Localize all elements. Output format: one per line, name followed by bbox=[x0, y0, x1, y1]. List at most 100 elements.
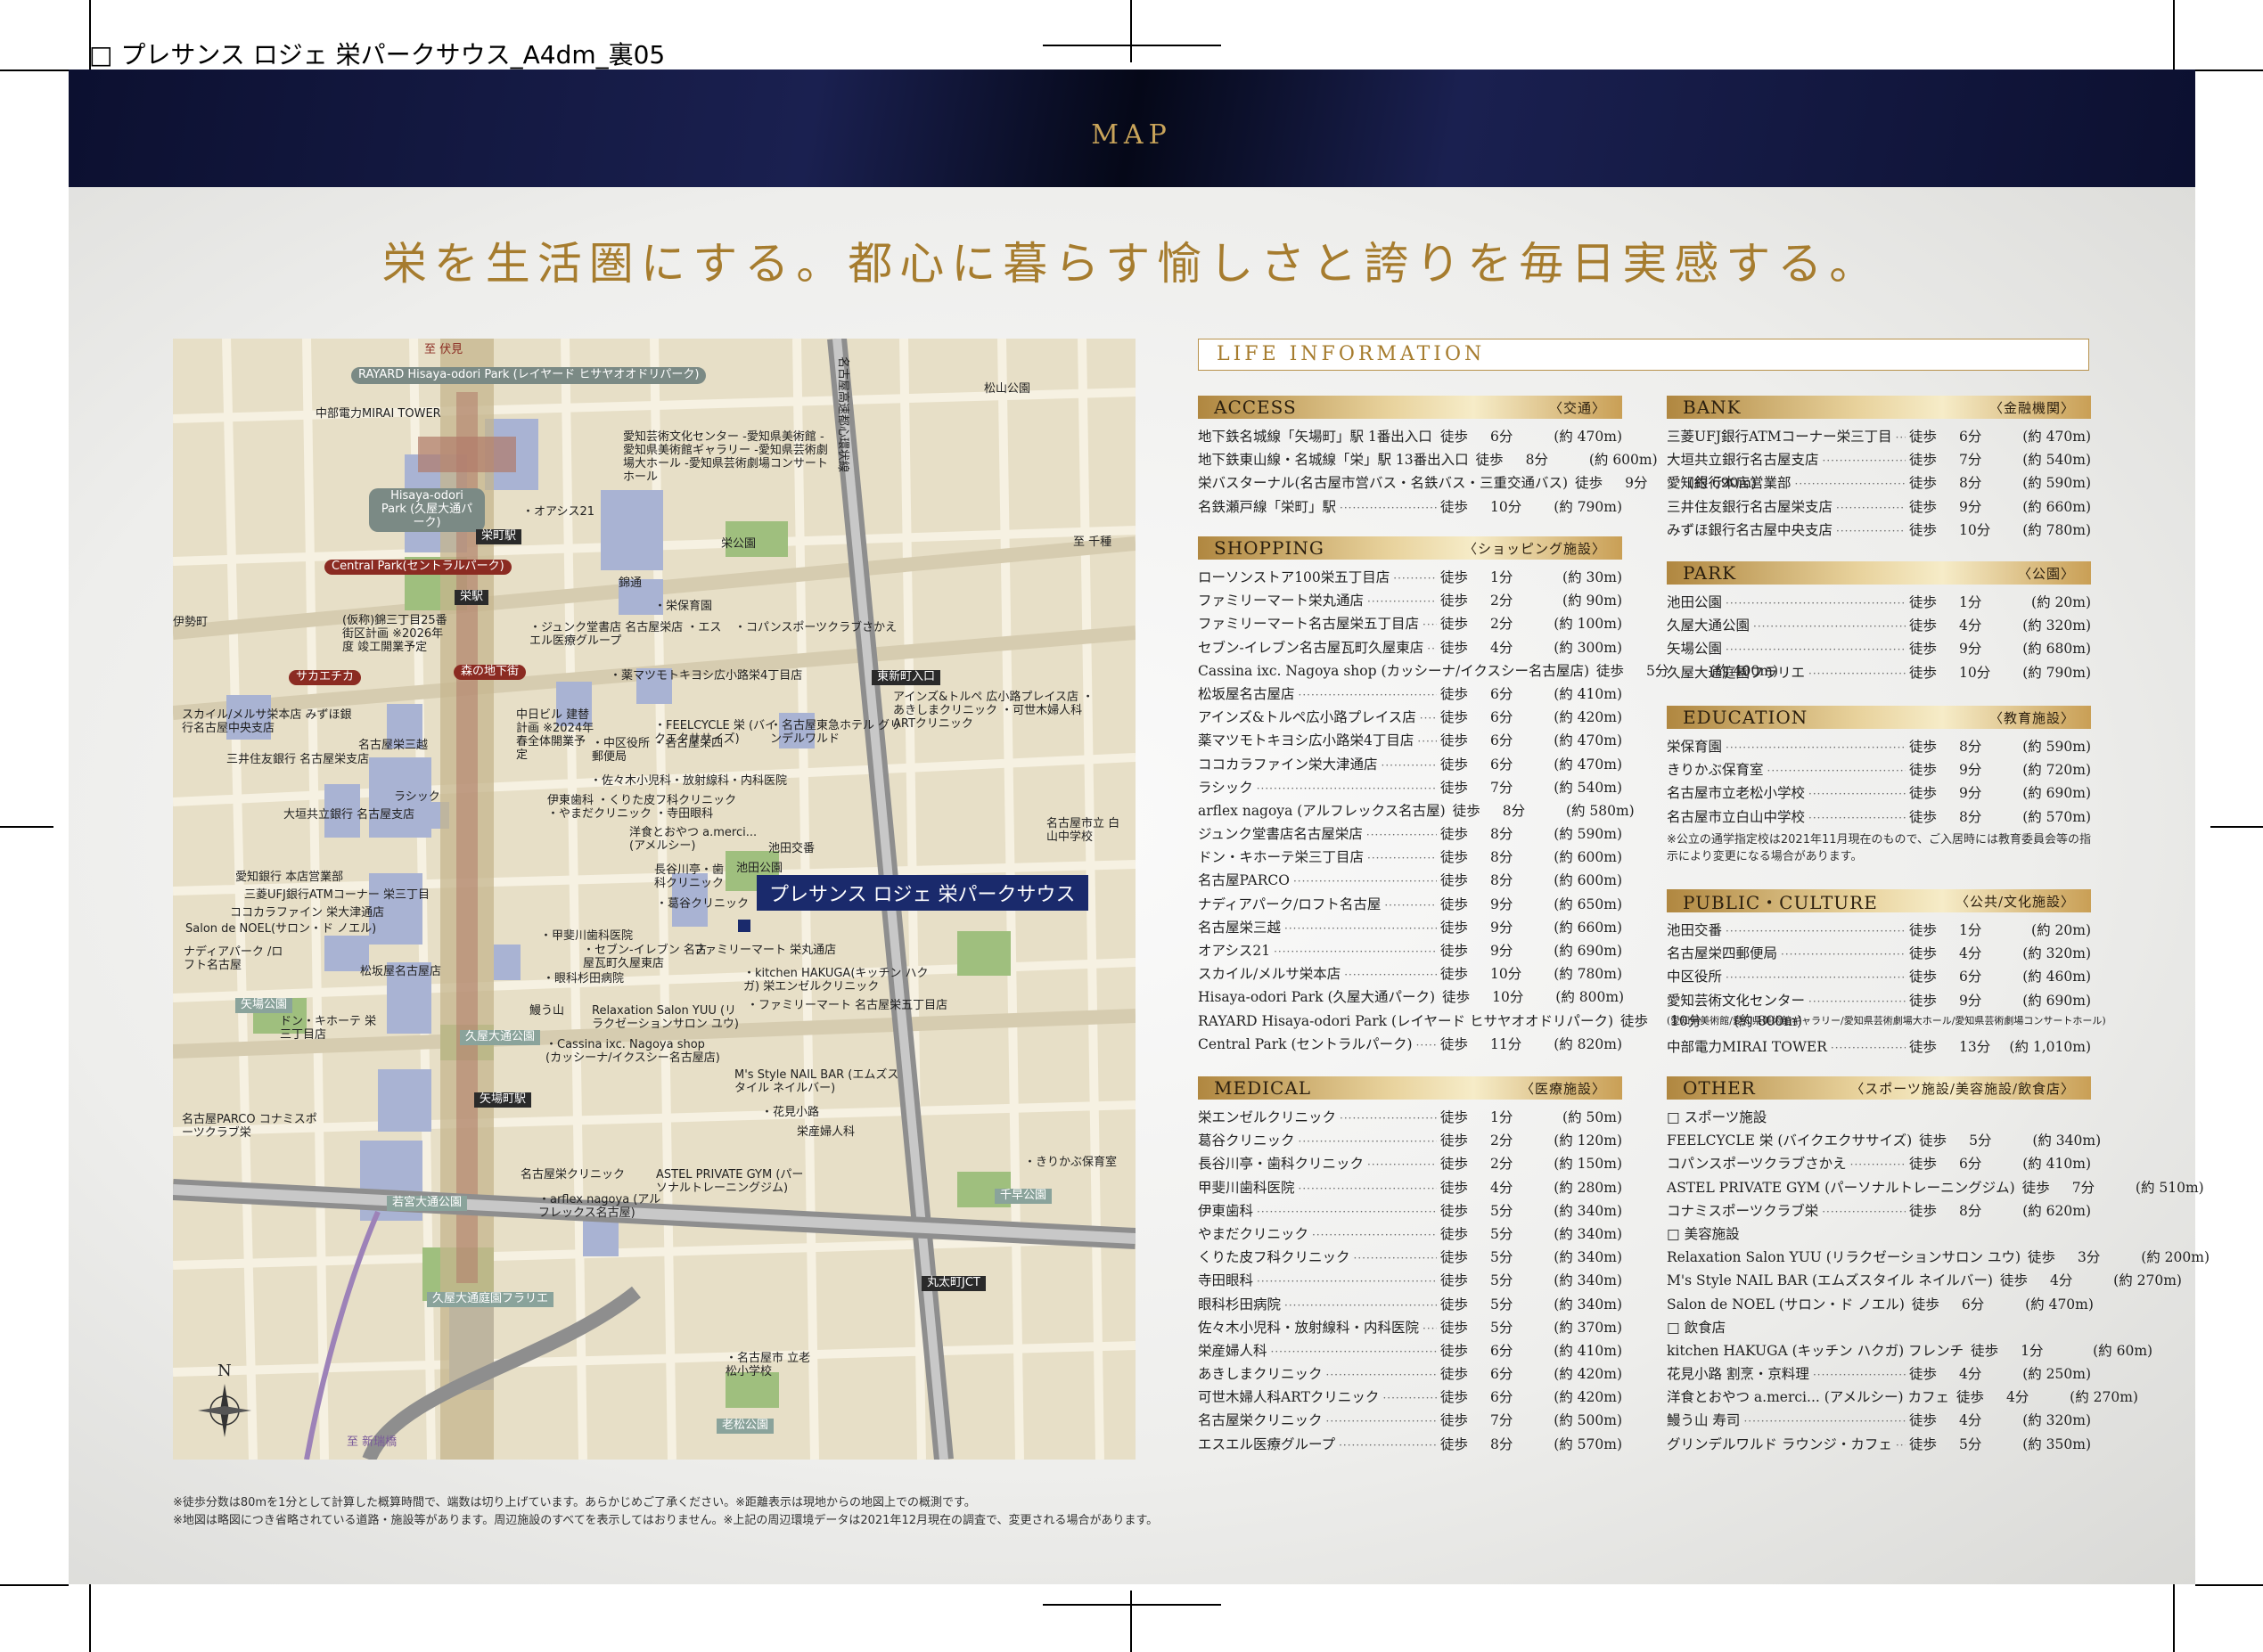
facility-row: 名古屋栄クリニック·······························… bbox=[1198, 1410, 1622, 1433]
walk-minutes: 6分 bbox=[1959, 1156, 1982, 1173]
map-label-sakae-clinic: 名古屋栄クリニック bbox=[521, 1168, 626, 1182]
walk-minutes: 4分 bbox=[1490, 639, 1513, 656]
walk-label: 徒歩 bbox=[1440, 896, 1469, 912]
map-label-hisaya-flare: 久屋大通庭園フラリエ bbox=[427, 1292, 554, 1307]
walk-label: 徒歩 bbox=[1440, 1435, 1469, 1452]
walk-minutes: 5分 bbox=[1490, 1272, 1513, 1289]
facility-row: 池田交番 ····································… bbox=[1667, 920, 2091, 943]
walk-label: 徒歩 bbox=[1440, 826, 1469, 843]
walk-label: 徒歩 bbox=[1971, 1342, 1999, 1359]
crop-mark bbox=[0, 70, 69, 71]
walk-minutes: 9分 bbox=[1959, 762, 1982, 779]
facility-name: やまだクリニック bbox=[1198, 1225, 1309, 1242]
facility-name: ナディアパーク/ロフト名古屋 bbox=[1198, 896, 1382, 912]
facility-row: (愛知県美術館/愛知県美術館ギャラリー/愛知県芸術劇場大ホール/愛知県芸術劇場コ… bbox=[1667, 1013, 2106, 1036]
compass-rose-icon bbox=[198, 1384, 251, 1437]
leader-dots: ········································… bbox=[1830, 1041, 1906, 1054]
facility-name: 眼科杉田病院 bbox=[1198, 1296, 1282, 1313]
distance: (約 590m) bbox=[2022, 475, 2091, 492]
section-bank: BANK〈金融機関〉三菱UFJ銀行ATMコーナー栄三丁目············… bbox=[1667, 396, 2091, 543]
leader-dots: ········································… bbox=[1284, 921, 1437, 935]
facility-row: Relaxation Salon YUU (リラクゼーションサロン ユウ)···… bbox=[1667, 1247, 2210, 1270]
map-label-chikusa: 至 千種 bbox=[1073, 536, 1112, 549]
distance: (約 280m) bbox=[1554, 1179, 1622, 1196]
walk-label: 徒歩 bbox=[1909, 521, 1938, 538]
distance: (約 250m) bbox=[2022, 1366, 2091, 1383]
distance: (約 660m) bbox=[2022, 498, 2091, 515]
distance: (約 590m) bbox=[1554, 826, 1622, 843]
facility-name: FEELCYCLE 栄 (バイクエクササイズ) bbox=[1667, 1133, 1913, 1149]
facility-row: 洋食とおやつ a.merci... (アメルシー) カフェ···········… bbox=[1667, 1386, 2138, 1410]
walk-minutes: 6分 bbox=[1961, 1296, 1985, 1313]
walk-minutes: 10分 bbox=[1490, 498, 1522, 515]
map-label-oimatsu-park: 老松公園 bbox=[717, 1419, 775, 1434]
facility-row: Hisaya-odori Park (久屋大通パーク)·············… bbox=[1198, 986, 1624, 1010]
facility-row: 大垣共立銀行名古屋支店·····························… bbox=[1667, 449, 2091, 472]
walk-minutes: 6分 bbox=[1490, 709, 1513, 726]
section-subtitle: 〈公共/文化施設〉 bbox=[1955, 893, 2075, 910]
walk-minutes: 5分 bbox=[1959, 1435, 1982, 1452]
category-row: スポーツ施設 bbox=[1667, 1107, 2091, 1130]
walk-label: 徒歩 bbox=[1909, 498, 1938, 515]
leader-dots: ········································… bbox=[1367, 852, 1437, 865]
map-label-mitsui: 三井住友銀行 名古屋栄支店 bbox=[226, 753, 370, 766]
footnote: ※徒歩分数は80mを1分として計算した概算時間で、端数は切り上げています。あらか… bbox=[173, 1496, 976, 1509]
leader-dots: ········································… bbox=[1344, 969, 1437, 982]
leader-dots: ········································… bbox=[1812, 1369, 1906, 1382]
distance: (約 570m) bbox=[2022, 808, 2091, 825]
facility-row: ジュンク堂書店名古屋栄店····························… bbox=[1198, 823, 1622, 846]
property-label: プレサンス ロジェ 栄パークサウス bbox=[757, 875, 1088, 911]
walk-minutes: 2分 bbox=[1490, 616, 1513, 633]
facility-name: 薬マツモトキヨシ広小路栄4丁目店 bbox=[1198, 732, 1414, 749]
facility-row: Central Park (セントラルパーク)·················… bbox=[1198, 1034, 1622, 1057]
walk-minutes: 9分 bbox=[1490, 896, 1513, 912]
walk-label: 徒歩 bbox=[1911, 1296, 1939, 1313]
walk-minutes: 6分 bbox=[1490, 756, 1513, 773]
headline: 栄を生活圏にする。都心に暮らす愉しさと誇りを毎日実感する。 bbox=[381, 238, 1882, 290]
facility-name: 飲食店 bbox=[1667, 1317, 1726, 1337]
leader-dots: ········································… bbox=[1427, 642, 1437, 655]
walk-label: 徒歩 bbox=[1440, 732, 1469, 749]
facility-row: kitchen HAKUGA (キッチン ハクガ) フレンチ··········… bbox=[1667, 1340, 2152, 1363]
walk-label: 徒歩 bbox=[1440, 849, 1469, 866]
map-label-sakae-station: 栄駅 bbox=[455, 590, 489, 605]
facility-row: 栄産婦人科 ···································… bbox=[1198, 1340, 1622, 1363]
walk-minutes: 5分 bbox=[1490, 1249, 1513, 1266]
distance: (約 320m) bbox=[2022, 945, 2091, 962]
map-label-ikeda-park: 池田公園 bbox=[736, 862, 783, 875]
leader-dots: ········································… bbox=[1836, 524, 1906, 537]
leader-dots: ········································… bbox=[1417, 735, 1437, 748]
facility-name: エスエル医療グループ bbox=[1198, 1435, 1336, 1452]
map-label-hisaya-koen: 久屋大通公園 bbox=[460, 1030, 541, 1045]
facility-name: 池田交番 bbox=[1667, 922, 1723, 938]
distance: (約 470m) bbox=[1554, 756, 1622, 773]
map-label-hasegawa: 長谷川亭・歯科クリニック bbox=[654, 863, 725, 890]
walk-label: 徒歩 bbox=[1909, 808, 1938, 825]
walk-minutes: 10分 bbox=[1490, 966, 1522, 983]
map-label-eye-hospital: ・眼科杉田病院 bbox=[543, 972, 625, 985]
facility-row: 鰻う山 寿司 ··································… bbox=[1667, 1410, 2091, 1433]
distance: (約 460m) bbox=[2022, 969, 2091, 985]
facility-name: グリンデルワルド ラウンジ・カフェ bbox=[1667, 1435, 1892, 1452]
facility-row: ドン・キホーテ栄三丁目店····························… bbox=[1198, 846, 1622, 870]
facility-row: ラシック ····································… bbox=[1198, 777, 1622, 800]
facility-row: RAYARD Hisaya-odori Park (レイヤード ヒサヤオオドリパ… bbox=[1198, 1010, 1802, 1034]
crop-mark bbox=[2173, 0, 2175, 70]
crop-mark bbox=[1043, 45, 1221, 46]
walk-minutes: 1分 bbox=[1490, 569, 1513, 585]
leader-dots: ········································… bbox=[1415, 1038, 1437, 1051]
walk-minutes: 10分 bbox=[1959, 521, 1991, 538]
walk-label: 徒歩 bbox=[1440, 1272, 1469, 1289]
facility-row: 名古屋市立白山中学校······························… bbox=[1667, 806, 2091, 830]
facility-name: みずほ銀行名古屋中央支店 bbox=[1667, 521, 1833, 538]
map-label-ogaki-bank: 大垣共立銀行 名古屋支店 bbox=[283, 808, 415, 822]
map-label-isecho: 伊勢町 bbox=[173, 616, 209, 629]
leader-dots: ········································… bbox=[1419, 712, 1437, 725]
section-subtitle: 〈交通〉 bbox=[1548, 399, 1606, 416]
leader-dots: ········································… bbox=[1367, 595, 1437, 609]
walk-label: 徒歩 bbox=[1440, 1225, 1469, 1242]
leader-dots: ········································… bbox=[1298, 1182, 1437, 1195]
walk-minutes: 6分 bbox=[1959, 969, 1982, 985]
walk-minutes: 6分 bbox=[1490, 1342, 1513, 1359]
walk-minutes: 2分 bbox=[1490, 593, 1513, 609]
